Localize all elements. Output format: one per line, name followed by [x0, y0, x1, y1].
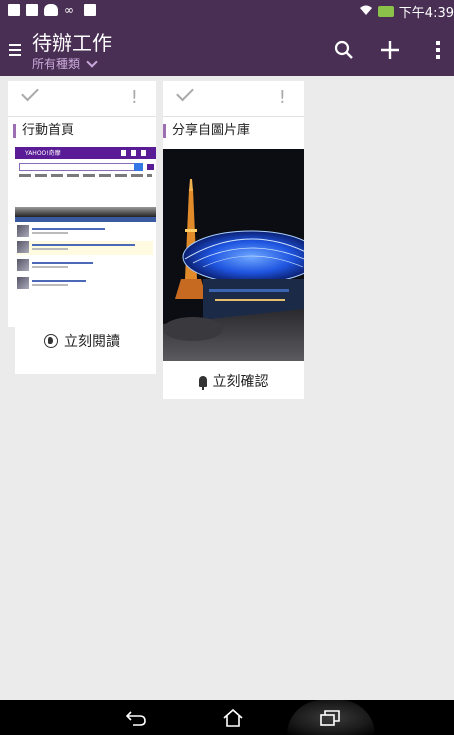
thumb-header: YAHOO!奇摩 [15, 147, 156, 159]
thumb-searchbox [19, 163, 154, 171]
back-button[interactable] [106, 700, 166, 735]
confirm-now-button[interactable]: 立刻確認 [163, 371, 304, 391]
home-icon [223, 708, 243, 727]
card-header: ! [8, 81, 156, 117]
search-button[interactable] [330, 36, 358, 64]
card-title: 行動首頁 [13, 124, 74, 138]
recent-apps-button[interactable] [300, 700, 360, 735]
action-bar: 待辦工作 所有種類 [0, 22, 454, 76]
check-icon[interactable] [176, 83, 194, 102]
wifi-icon [359, 4, 373, 19]
recent-apps-icon [320, 709, 340, 726]
pin-icon [198, 375, 207, 390]
clock: 下午4:39 [398, 6, 454, 21]
chevron-down-icon [86, 55, 98, 68]
globe-icon [44, 334, 58, 348]
search-icon [334, 40, 353, 59]
task-card[interactable]: ! 分享自圖片庫 立刻確認 [163, 81, 304, 399]
status-bar: ∞ 下午4:39 [0, 0, 454, 22]
category-dropdown[interactable]: 所有種類 [32, 55, 98, 72]
infinity-icon: ∞ [64, 3, 74, 17]
back-icon [125, 710, 146, 726]
download-icon [84, 4, 96, 16]
important-icon[interactable]: ! [279, 87, 286, 108]
mail-icon [26, 4, 38, 16]
app-title[interactable]: 待辦工作 [32, 32, 112, 54]
card-title: 分享自圖片庫 [163, 124, 250, 138]
home-button[interactable] [203, 700, 263, 735]
task-card[interactable]: ! 行動首頁 YAHOO!奇摩 立刻閱讀 [8, 81, 156, 374]
check-icon[interactable] [21, 83, 39, 102]
drawer-menu-icon[interactable] [9, 44, 21, 56]
cloud-icon [44, 4, 58, 16]
overflow-menu-button[interactable] [424, 36, 452, 64]
add-button[interactable] [376, 36, 404, 64]
action-label: 立刻確認 [212, 374, 269, 390]
action-label: 立刻閱讀 [64, 334, 120, 350]
doc-icon [8, 4, 20, 16]
important-icon[interactable]: ! [131, 87, 138, 108]
card-header: ! [163, 81, 304, 117]
read-now-button[interactable]: 立刻閱讀 [8, 331, 156, 351]
photo-thumbnail[interactable] [163, 149, 304, 361]
thumb-logo: YAHOO!奇摩 [25, 150, 61, 157]
night-scene-photo [163, 149, 304, 361]
category-label: 所有種類 [32, 57, 81, 71]
battery-icon [377, 6, 394, 17]
plus-icon [381, 41, 399, 59]
more-vertical-icon [436, 41, 440, 59]
